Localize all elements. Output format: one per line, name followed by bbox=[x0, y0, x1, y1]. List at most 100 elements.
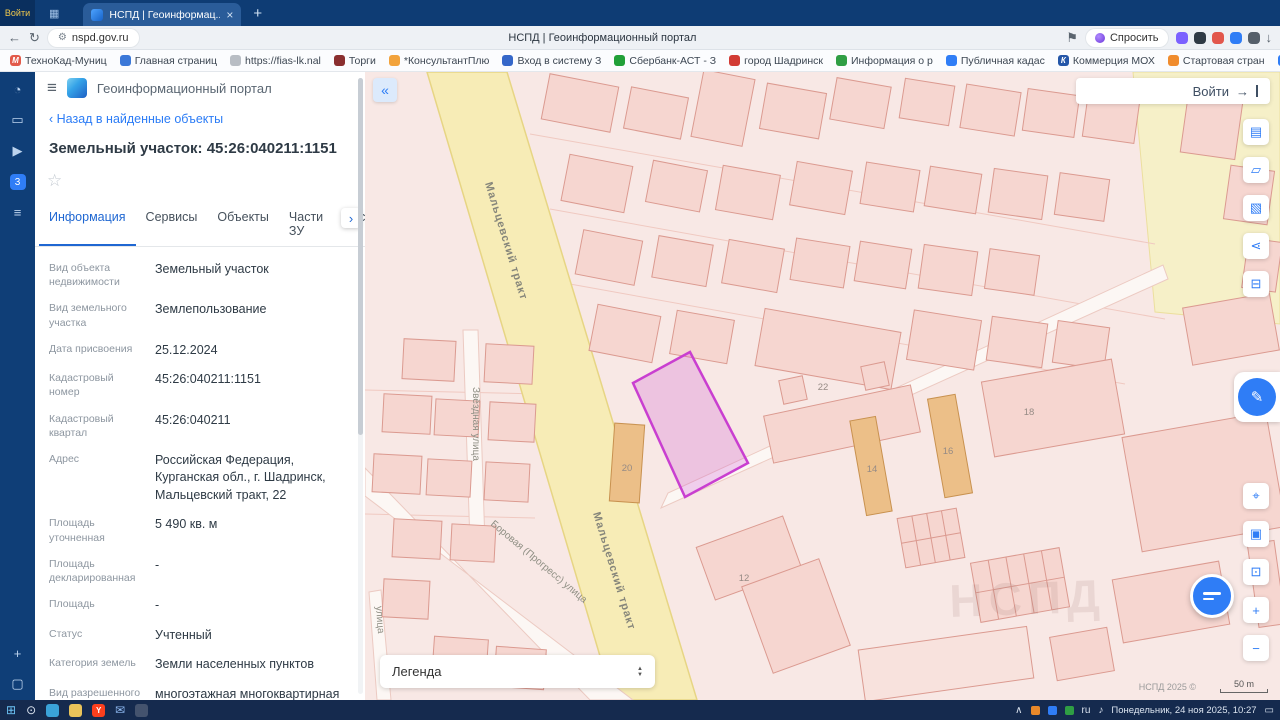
extension-icon[interactable] bbox=[1230, 32, 1242, 44]
measure-icon[interactable]: ▱ bbox=[1243, 157, 1269, 183]
favorite-star-icon[interactable]: ☆ bbox=[47, 171, 62, 191]
field-label: Адрес bbox=[49, 452, 145, 505]
collapse-panel-button[interactable]: « bbox=[373, 78, 397, 102]
screen: Войти ▦ НСПД | Геоинформац... × + ← ↻ ⚙ … bbox=[0, 0, 1280, 720]
nspd-favicon bbox=[91, 9, 103, 21]
back-to-results-link[interactable]: ‹ Назад в найденные объекты bbox=[49, 112, 223, 126]
zoom-area-icon[interactable]: ⊡ bbox=[1243, 559, 1269, 585]
tray-app-icon[interactable] bbox=[1031, 706, 1040, 715]
tab-close-icon[interactable]: × bbox=[226, 8, 233, 22]
field-value: 45:26:040211 bbox=[155, 412, 349, 440]
tab-information[interactable]: Информация bbox=[39, 203, 136, 246]
chat-support-button[interactable] bbox=[1190, 574, 1234, 618]
login-icon: → bbox=[1236, 84, 1249, 99]
app-icon[interactable] bbox=[135, 704, 148, 717]
back-icon[interactable]: ← bbox=[8, 30, 21, 45]
bookmark-item[interactable]: *КонсультантПлю bbox=[389, 55, 490, 67]
browser-corner-badge[interactable]: Войти bbox=[0, 0, 35, 26]
browser-addressbar: ← ↻ ⚙ nspd.gov.ru НСПД | Геоинформационн… bbox=[0, 26, 1280, 50]
legend-expander-icon[interactable]: ▲▼ bbox=[637, 666, 643, 678]
downloads-icon[interactable]: ↓ bbox=[1266, 30, 1273, 45]
mail-icon[interactable]: ✉ bbox=[115, 703, 125, 717]
tab-parcel-parts[interactable]: Части ЗУ bbox=[279, 203, 333, 246]
bookmark-item[interactable]: Стартовая стран bbox=[1168, 55, 1265, 67]
tray-app-icon[interactable] bbox=[1048, 706, 1057, 715]
house-number: 12 bbox=[739, 573, 750, 584]
file-explorer-icon[interactable] bbox=[69, 704, 82, 717]
site-settings-icon[interactable]: ⚙ bbox=[58, 32, 67, 43]
bookmark-item[interactable]: Вход в систему З bbox=[502, 55, 601, 67]
language-indicator[interactable]: ru bbox=[1082, 705, 1091, 716]
login-button[interactable]: Войти → bbox=[1076, 78, 1270, 104]
extension-icon[interactable] bbox=[1194, 32, 1206, 44]
field-value: Российская Федерация, Курганская обл., г… bbox=[155, 452, 349, 505]
video-icon[interactable]: ▶ bbox=[13, 143, 23, 159]
zoom-in-button[interactable]: + bbox=[1243, 597, 1269, 623]
layers-icon[interactable]: ▤ bbox=[1243, 119, 1269, 145]
bookmark-item[interactable]: Главная страниц bbox=[120, 55, 217, 67]
start-icon[interactable]: ⊞ bbox=[6, 703, 16, 717]
clock[interactable]: Понедельник, 24 ноя 2025, 10:27 bbox=[1111, 705, 1256, 716]
messenger-icon[interactable]: ▭ bbox=[11, 112, 23, 128]
bookmark-favicon bbox=[946, 55, 957, 66]
basemap-icon[interactable]: ▣ bbox=[1243, 521, 1269, 547]
history-icon[interactable]: ◔ bbox=[14, 82, 22, 97]
panel-scrollbar[interactable] bbox=[358, 78, 363, 694]
extension-icon[interactable] bbox=[1212, 32, 1224, 44]
tab-panel-icon[interactable]: ▦ bbox=[49, 7, 59, 20]
bookmark-item[interactable]: Информация о р bbox=[836, 55, 933, 67]
scrollbar-thumb[interactable] bbox=[358, 78, 363, 435]
add-panel-icon[interactable]: + bbox=[14, 646, 22, 661]
zoom-out-button[interactable]: − bbox=[1243, 635, 1269, 661]
alice-icon bbox=[1095, 33, 1105, 43]
bookmark-item[interactable]: Торги bbox=[334, 55, 376, 67]
object-info-panel: ≡ Геоинформационный портал ‹ Назад в най… bbox=[35, 72, 365, 700]
bookmark-favicon bbox=[614, 55, 625, 66]
bookmark-item[interactable]: ККоммерция МОХ bbox=[1058, 55, 1155, 67]
bookmark-favicon: М bbox=[10, 55, 21, 66]
field-label: Вид разрешенного использования bbox=[49, 686, 145, 700]
tab-services[interactable]: Сервисы bbox=[136, 203, 208, 246]
app-icon[interactable] bbox=[46, 704, 59, 717]
menu-icon[interactable]: ≡ bbox=[47, 78, 57, 98]
bookmark-item[interactable]: город Шадринск bbox=[729, 55, 823, 67]
bookmark-flag-icon[interactable]: ⚑ bbox=[1066, 30, 1078, 46]
tab-objects[interactable]: Объекты bbox=[207, 203, 279, 246]
bookmark-favicon bbox=[729, 55, 740, 66]
url-chip[interactable]: ⚙ nspd.gov.ru bbox=[48, 29, 139, 47]
bookmark-item[interactable]: Публичная кадас bbox=[946, 55, 1045, 67]
field-label: Площадь уточненная bbox=[49, 516, 145, 544]
locate-icon[interactable]: ⌖ bbox=[1243, 483, 1269, 509]
bookmark-item[interactable]: МТехноКад-Муниц bbox=[10, 55, 107, 67]
extension-icon[interactable] bbox=[1176, 32, 1188, 44]
tray-app-icon[interactable] bbox=[1065, 706, 1074, 715]
yandex-browser-icon[interactable]: Y bbox=[92, 704, 105, 717]
share-icon[interactable]: ⋖ bbox=[1243, 233, 1269, 259]
taskbar-search-icon[interactable]: ⊙ bbox=[26, 703, 36, 717]
chat-icon[interactable]: ≡ bbox=[14, 205, 22, 220]
browser-tab[interactable]: НСПД | Геоинформац... × bbox=[83, 3, 241, 26]
field-label: Дата присвоения bbox=[49, 342, 145, 360]
field-value: Землепользование bbox=[155, 301, 349, 329]
app-title: Геоинформационный портал bbox=[97, 81, 272, 96]
legend-bar[interactable]: Легенда ▲▼ bbox=[380, 655, 655, 688]
bookmark-favicon: К bbox=[1058, 55, 1069, 66]
edit-icon[interactable]: ✎ bbox=[1238, 378, 1276, 416]
volume-icon[interactable]: ♪ bbox=[1098, 705, 1103, 716]
print-icon[interactable]: ⊟ bbox=[1243, 271, 1269, 297]
taskbar-tray: ∧ ru ♪ Понедельник, 24 ноя 2025, 10:27 ▭ bbox=[1015, 705, 1274, 716]
field-label: Кадастровый номер bbox=[49, 371, 145, 399]
ask-alice-button[interactable]: Спросить bbox=[1086, 29, 1168, 47]
folder-icon[interactable]: ▢ bbox=[11, 676, 23, 692]
reload-icon[interactable]: ↻ bbox=[29, 30, 40, 46]
bookmark-item[interactable]: Сбербанк-АСТ - З bbox=[614, 55, 716, 67]
map-canvas[interactable]: НСПД Мальцевский тракт Мальцевский тракт… bbox=[365, 72, 1280, 700]
nspd-logo bbox=[67, 78, 87, 98]
tray-expand-icon[interactable]: ∧ bbox=[1015, 705, 1022, 716]
counter-badge[interactable]: 3 bbox=[10, 174, 26, 190]
bookmark-item[interactable]: https://fias-lk.nal bbox=[230, 55, 321, 67]
new-tab-button[interactable]: + bbox=[253, 5, 262, 22]
notifications-icon[interactable]: ▭ bbox=[1265, 705, 1274, 716]
extension-icon[interactable] bbox=[1248, 32, 1260, 44]
select-area-icon[interactable]: ▧ bbox=[1243, 195, 1269, 221]
